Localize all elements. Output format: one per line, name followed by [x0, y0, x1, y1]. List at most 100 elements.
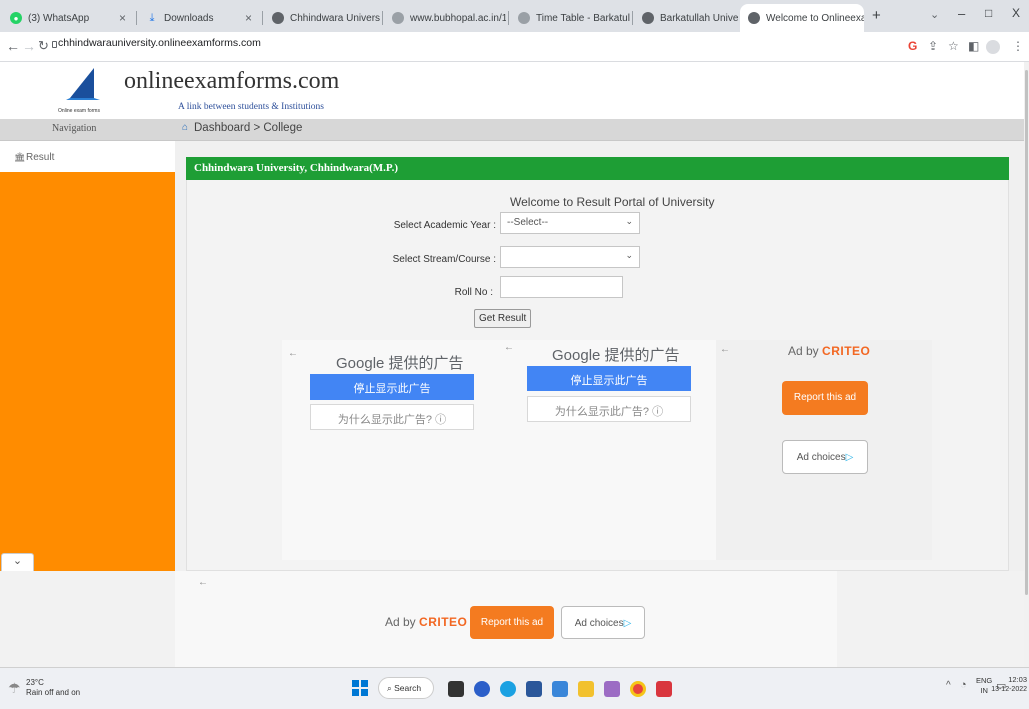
ad-by-label: Ad by CRITEO — [385, 615, 467, 629]
chevron-down-icon[interactable]: ⌄ — [1, 553, 34, 572]
tab-title: Welcome to Onlineexa — [766, 12, 864, 24]
tab-search-icon[interactable]: ⌄ — [930, 8, 939, 21]
criteo-logo: CRITEO — [822, 344, 871, 358]
stream-course-label: Select Stream/Course : — [392, 254, 496, 265]
adchoices-icon: ▷ — [845, 452, 854, 463]
menu-dots-icon[interactable]: ⋮ — [1012, 39, 1024, 53]
ad-choices-label: Ad choices — [796, 452, 846, 463]
google-icon[interactable]: G — [908, 39, 917, 53]
store-icon[interactable] — [552, 681, 568, 697]
close-window-button[interactable]: X — [1012, 6, 1020, 20]
close-tab-icon[interactable]: × — [113, 11, 126, 25]
sidebar-item-result[interactable]: Result — [26, 152, 54, 163]
back-arrow-icon[interactable]: ← — [720, 344, 730, 355]
ad-choices-button[interactable]: Ad choices▷ — [782, 440, 868, 474]
clock[interactable]: 12:03 — [1003, 675, 1027, 685]
maximize-button[interactable]: □ — [985, 6, 992, 20]
get-result-button[interactable]: Get Result — [474, 309, 532, 328]
roll-no-input[interactable] — [500, 276, 623, 298]
chat-icon[interactable] — [474, 681, 490, 697]
stop-ad-button[interactable]: 停止显示此广告 — [527, 366, 691, 391]
tab-chhindwara-university[interactable]: Chhindwara University × — [264, 4, 380, 32]
tab-time-table[interactable]: Time Table - Barkatullah × — [510, 4, 630, 32]
welcome-text: Welcome to Result Portal of University — [510, 195, 715, 209]
why-ad-button[interactable]: 为什么显示此广告? ⓘ — [527, 396, 691, 422]
logo-caption: Online exam forms — [58, 108, 100, 114]
bookmark-star-icon[interactable]: ☆ — [948, 39, 959, 53]
criteo-logo: CRITEO — [419, 615, 468, 629]
weather-text[interactable]: Rain off and on — [26, 688, 80, 697]
profile-avatar-icon[interactable] — [986, 40, 1000, 54]
globe-icon — [748, 12, 760, 24]
google-ad-title: Google 提供的广告 — [336, 355, 464, 372]
criteo-ad: ← Ad by CRITEO Report this ad Ad choices… — [716, 340, 932, 560]
tab-barkatullah[interactable]: Barkatullah University × — [634, 4, 738, 32]
app-icon[interactable] — [656, 681, 672, 697]
why-ad-button[interactable]: 为什么显示此广告? ⓘ — [310, 404, 474, 430]
site-icon — [518, 12, 530, 24]
photos-icon[interactable] — [604, 681, 620, 697]
new-tab-icon[interactable]: + — [872, 7, 881, 24]
minimize-button[interactable]: – — [958, 6, 965, 21]
forward-icon[interactable]: → — [22, 38, 36, 54]
reload-icon[interactable]: ↻ — [38, 38, 49, 54]
academic-year-select[interactable]: --Select-- ⌄ — [500, 212, 640, 234]
ad-by-text: Ad by — [788, 344, 819, 358]
stop-ad-button[interactable]: 停止显示此广告 — [310, 374, 474, 400]
bottom-ad-bar: ← Ad by CRITEO Report this ad Ad choices… — [0, 571, 1024, 667]
stream-course-select[interactable]: ⌄ — [500, 246, 640, 268]
navigation-strip: Navigation ⌂ Dashboard > College — [0, 119, 1024, 141]
sidebar-menu-area — [0, 172, 175, 571]
site-brand[interactable]: onlineexamforms.com — [124, 68, 339, 95]
tab-downloads[interactable]: ⤓ Downloads × — [138, 4, 260, 32]
wifi-icon[interactable]: ◔ — [960, 679, 967, 691]
chevron-down-icon: ⌄ — [625, 250, 633, 260]
browser-tab-bar: ● (3) WhatsApp × ⤓ Downloads × Chhindwar… — [0, 0, 1029, 32]
windows-start-icon[interactable] — [352, 680, 368, 696]
share-icon[interactable]: ⇪ — [928, 39, 938, 53]
academic-year-value: --Select-- — [507, 217, 549, 228]
back-arrow-icon[interactable]: ← — [288, 348, 298, 359]
tab-bubhopal[interactable]: www.bubhopal.ac.in/1 × — [384, 4, 506, 32]
scrollbar-thumb[interactable] — [1025, 70, 1028, 595]
tab-title: www.bubhopal.ac.in/1 — [410, 12, 506, 24]
report-ad-button[interactable]: Report this ad — [470, 606, 554, 639]
page-scrollbar[interactable] — [1024, 62, 1029, 667]
tab-whatsapp[interactable]: ● (3) WhatsApp × — [2, 4, 134, 32]
back-icon[interactable]: ← — [6, 38, 20, 54]
windows-taskbar: ☂ 23°C Rain off and on ⌕ Search ^ ◔ ENG … — [0, 667, 1029, 709]
report-ad-button[interactable]: Report this ad — [782, 381, 868, 415]
calculator-icon[interactable] — [526, 681, 542, 697]
google-ad-2: ← Google 提供的广告 停止显示此广告 为什么显示此广告? ⓘ — [502, 340, 716, 560]
tab-title: Barkatullah University — [660, 12, 738, 24]
adchoices-icon: ▷ — [623, 618, 632, 629]
logo-sail-icon — [66, 68, 100, 100]
tray-chevron-icon[interactable]: ^ — [946, 680, 951, 691]
ad-choices-button[interactable]: Ad choices▷ — [561, 606, 645, 639]
search-label: Search — [394, 683, 422, 693]
file-explorer-icon[interactable] — [578, 681, 594, 697]
ad-by-text: Ad by — [385, 615, 416, 629]
academic-year-label: Select Academic Year : — [393, 220, 496, 231]
taskbar-search[interactable]: ⌕ Search — [378, 677, 434, 699]
breadcrumb[interactable]: Dashboard > College — [194, 122, 302, 134]
lock-icon — [52, 41, 57, 48]
sidepanel-icon[interactable]: ◧ — [968, 39, 979, 53]
download-icon: ⤓ — [149, 11, 155, 24]
roll-no-label: Roll No : — [454, 287, 493, 298]
url-field[interactable]: chhindwarauniversity.onlineexamforms.com — [58, 37, 261, 49]
google-ad-title: Google 提供的广告 — [552, 347, 680, 364]
weather-temp[interactable]: 23°C — [26, 678, 44, 687]
back-arrow-icon[interactable]: ← — [504, 342, 514, 353]
chrome-icon[interactable] — [630, 681, 646, 697]
globe-icon — [272, 12, 284, 24]
task-view-icon[interactable] — [448, 681, 464, 697]
tab-onlineexamforms-active[interactable]: Welcome to Onlineexa × — [740, 4, 864, 32]
close-tab-icon[interactable]: × — [239, 11, 252, 25]
tab-title: Chhindwara University — [290, 12, 380, 24]
whatsapp-icon: ● — [10, 12, 22, 24]
home-icon[interactable]: ⌂ — [182, 122, 188, 133]
edge-icon[interactable] — [500, 681, 516, 697]
back-arrow-icon[interactable]: ← — [198, 577, 208, 588]
site-tagline: A link between students & Institutions — [178, 102, 324, 112]
